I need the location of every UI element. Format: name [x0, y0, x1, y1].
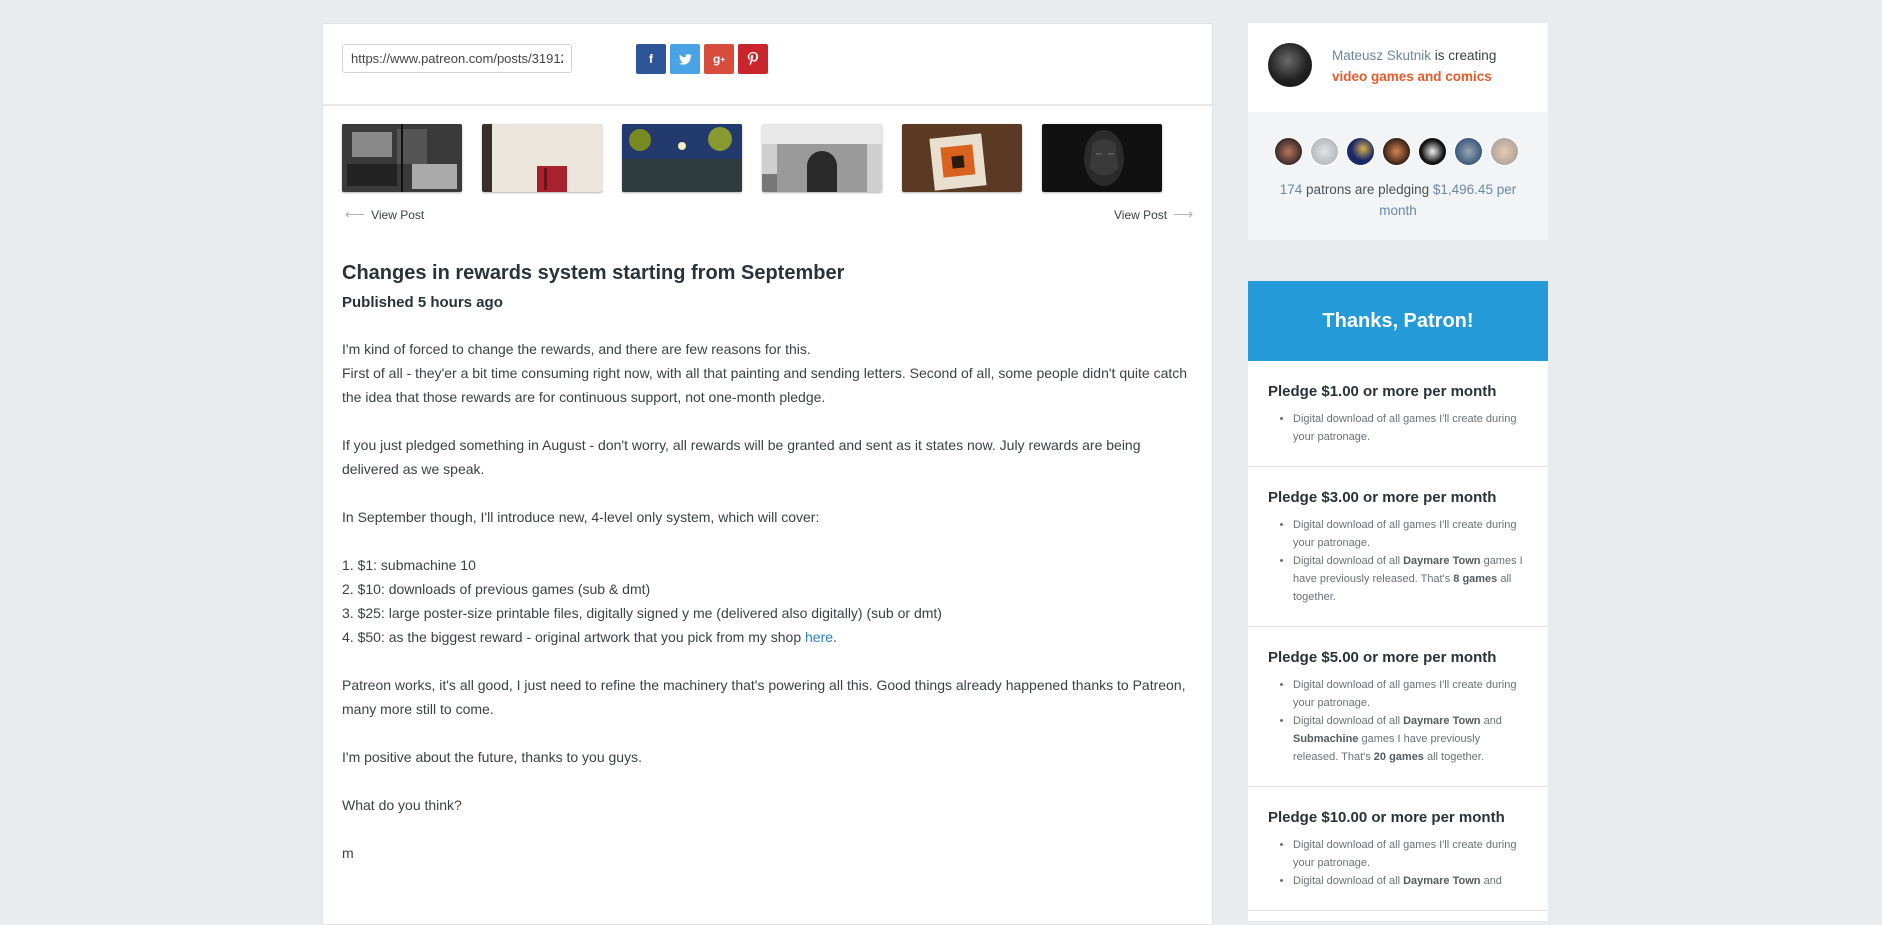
patron-avatar[interactable]: [1274, 137, 1303, 166]
tier-benefit: Digital download of all games I'll creat…: [1293, 676, 1528, 712]
pledging-summary: 174 patrons are pledging $1,496.45 per m…: [1268, 179, 1528, 221]
patron-avatar[interactable]: [1454, 137, 1483, 166]
twitter-icon[interactable]: [670, 44, 700, 74]
tier-benefits: Digital download of all games I'll creat…: [1268, 516, 1528, 606]
creator-card: Mateusz Skutnik is creating video games …: [1248, 23, 1548, 240]
benefit-text: Digital download of all: [1293, 875, 1404, 887]
arrow-right-icon: ⟶: [1173, 206, 1194, 222]
rewards-panel: Thanks, Patron! Pledge $1.00 or more per…: [1248, 281, 1548, 921]
list-item: 1. $1: submachine 10: [342, 557, 476, 573]
benefit-bold: Submachine: [1293, 733, 1359, 745]
share-bar: f g+: [323, 24, 1212, 106]
patron-count[interactable]: 174: [1280, 182, 1303, 197]
tier-benefits: Digital download of all games I'll creat…: [1268, 410, 1528, 446]
shop-link[interactable]: here: [805, 629, 833, 645]
post-body: I'm kind of forced to change the rewards…: [342, 337, 1192, 889]
creator-header: Mateusz Skutnik is creating video games …: [1248, 23, 1548, 113]
creator-avatar[interactable]: [1268, 43, 1312, 87]
post-paragraph: Patreon works, it's all good, I just nee…: [342, 677, 1186, 717]
tier-benefit: Digital download of all games I'll creat…: [1293, 836, 1528, 872]
creator-info: Mateusz Skutnik is creating video games …: [1332, 45, 1496, 87]
creator-name-link[interactable]: Mateusz Skutnik: [1332, 48, 1431, 63]
patron-avatar[interactable]: [1310, 137, 1339, 166]
benefit-text: Digital download of all: [1293, 715, 1404, 727]
tier-title: Pledge $1.00 or more per month: [1268, 383, 1497, 400]
benefit-bold: 8 games: [1453, 573, 1498, 585]
tier-benefit: Digital download of all Daymare Town gam…: [1293, 552, 1528, 606]
tier-benefit: Digital download of all games I'll creat…: [1293, 410, 1528, 446]
tier-title: Pledge $10.00 or more per month: [1268, 809, 1505, 826]
post-paragraph: If you just pledged something in August …: [342, 437, 1141, 477]
prev-post-label: View Post: [371, 207, 425, 222]
benefit-text: Digital download of all: [1293, 555, 1404, 567]
post-text: I'm kind of forced to change the rewards…: [342, 341, 811, 357]
next-post-link[interactable]: View Post ⟶: [1114, 206, 1193, 223]
post-text: First of all - they'er a bit time consum…: [342, 365, 1188, 405]
benefit-text: and: [1480, 715, 1502, 727]
pinterest-icon[interactable]: [738, 44, 768, 74]
benefit-text: all together.: [1423, 751, 1484, 763]
list-item-end: .: [833, 629, 837, 645]
patron-avatar[interactable]: [1418, 137, 1447, 166]
post-paragraph: In September though, I'll introduce new,…: [342, 509, 820, 525]
post-paragraph: I'm positive about the future, thanks to…: [342, 749, 642, 765]
google-plus-icon[interactable]: g +: [704, 44, 734, 74]
pledging-text: patrons are pledging: [1302, 182, 1433, 197]
list-item: 4. $50: as the biggest reward - original…: [342, 629, 837, 645]
benefit-bold: Daymare Town: [1403, 555, 1481, 567]
patron-avatar[interactable]: [1346, 137, 1375, 166]
patron-avatar[interactable]: [1382, 137, 1411, 166]
reward-list: 1. $1: submachine 10 2. $10: downloads o…: [342, 553, 1192, 649]
tier-title: Pledge $5.00 or more per month: [1268, 649, 1497, 666]
post-url-input[interactable]: [342, 44, 572, 73]
reward-tier[interactable]: Pledge $5.00 or more per month Digital d…: [1248, 627, 1548, 787]
rewards-header: Thanks, Patron!: [1248, 281, 1548, 361]
list-item-text: 4. $50: as the biggest reward - original…: [342, 629, 805, 645]
gallery-thumb[interactable]: [622, 124, 742, 192]
tier-benefit: Digital download of all games I'll creat…: [1293, 516, 1528, 552]
gallery-thumb[interactable]: [482, 124, 602, 192]
tier-benefit: Digital download of all Daymare Town and…: [1293, 712, 1528, 766]
post-published: Published 5 hours ago: [342, 294, 503, 311]
list-item: 3. $25: large poster-size printable file…: [342, 605, 942, 621]
post-paragraph: I'm kind of forced to change the rewards…: [342, 337, 1192, 409]
reward-tier[interactable]: Pledge $3.00 or more per month Digital d…: [1248, 467, 1548, 627]
benefit-bold: 20 games: [1373, 751, 1424, 763]
facebook-icon[interactable]: f: [636, 44, 666, 74]
tier-benefits: Digital download of all games I'll creat…: [1268, 676, 1528, 766]
arrow-left-icon: ⟵: [345, 206, 366, 222]
gallery-thumb[interactable]: [342, 124, 462, 192]
list-item: 2. $10: downloads of previous games (sub…: [342, 581, 651, 597]
creator-category: video games and comics: [1332, 69, 1492, 84]
reward-tier[interactable]: Pledge $10.00 or more per month Digital …: [1248, 787, 1548, 911]
creator-is-creating: is creating: [1431, 48, 1497, 63]
gallery-thumb[interactable]: [762, 124, 882, 192]
post-signature: m: [342, 845, 354, 861]
post-card: f g+ ⟵ View Post View Post: [322, 23, 1213, 925]
reward-tier[interactable]: Pledge $1.00 or more per month Digital d…: [1248, 361, 1548, 467]
tier-title: Pledge $3.00 or more per month: [1268, 489, 1497, 506]
patrons-area: 174 patrons are pledging $1,496.45 per m…: [1248, 112, 1548, 240]
benefit-bold: Daymare Town: [1403, 715, 1481, 727]
gallery-thumb[interactable]: [1042, 124, 1162, 192]
benefit-text: and: [1480, 875, 1502, 887]
prev-post-link[interactable]: ⟵ View Post: [345, 206, 424, 223]
gallery-thumb[interactable]: [902, 124, 1022, 192]
post-paragraph: What do you think?: [342, 797, 462, 813]
tier-benefit: Digital download of all Daymare Town and: [1293, 872, 1528, 890]
post-title: Changes in rewards system starting from …: [342, 262, 845, 284]
patron-avatar[interactable]: [1490, 137, 1519, 166]
next-post-label: View Post: [1114, 207, 1168, 222]
benefit-bold: Daymare Town: [1403, 875, 1481, 887]
tier-benefits: Digital download of all games I'll creat…: [1268, 836, 1528, 890]
